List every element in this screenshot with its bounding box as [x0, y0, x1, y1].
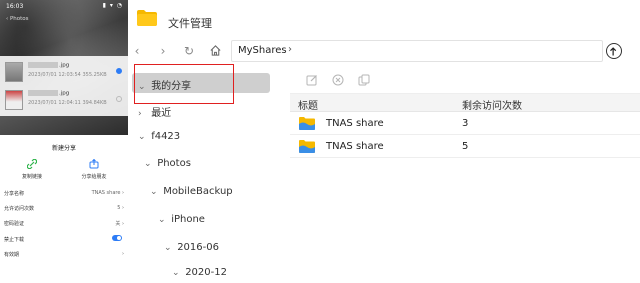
option-label: 禁止下载: [4, 237, 25, 243]
arrow-up-icon: [610, 47, 617, 56]
share-list-panel: 标题 剩余访问次数 TNAS share 3 TNAS share 5: [290, 66, 640, 270]
tree-item-label: iPhone: [171, 214, 205, 225]
option-value: ›: [122, 251, 124, 257]
chevron-down-icon: ⌄: [138, 132, 146, 142]
chevron-down-icon: ⌄: [158, 215, 166, 225]
tree-item-recent[interactable]: › 最近: [138, 100, 171, 120]
tree-item-2020-12[interactable]: ⌄ 2020-12: [172, 263, 227, 283]
file-manager-window: 文件管理 ‹ › ↻ MyShares › ⌄ 我的分享 › 最近 ⌄ f442…: [128, 0, 640, 278]
tree-item-my-shares[interactable]: ⌄ 我的分享: [132, 73, 270, 93]
sheet-title: 新建分享: [51, 145, 76, 152]
navigation-bar: ‹ › ↻ MyShares ›: [128, 40, 640, 64]
back-button[interactable]: ‹: [130, 44, 144, 58]
phone-file-list: .jpg 2023/07/01 12:03:54 355.25KB .jpg 2…: [0, 56, 128, 116]
status-time: 16:03: [6, 3, 24, 10]
file-thumbnail: [5, 62, 23, 82]
option-label: 有效期: [4, 252, 20, 258]
file-name: .jpg: [28, 62, 69, 69]
chevron-down-icon: ⌄: [144, 159, 152, 169]
tree-item-photos[interactable]: ⌄ Photos: [144, 154, 191, 174]
upload-button[interactable]: [606, 43, 622, 59]
option-access-count[interactable]: 允许访问次数 5 ›: [4, 205, 124, 217]
tree-item-label: f4423: [151, 131, 181, 142]
tree-item-label: 我的分享: [151, 81, 192, 92]
phone-screenshot: 16:03 ▮ ▾ ◔ ‹ Photos .jpg 2023/07/01 12:…: [0, 0, 128, 270]
share-to-friend-label: 分享给朋友: [81, 174, 107, 180]
chevron-down-icon: ⌄: [138, 82, 146, 92]
status-icons: ▮ ▾ ◔: [102, 2, 123, 9]
table-row[interactable]: TNAS share 3: [290, 113, 640, 135]
app-title: 文件管理: [168, 17, 212, 30]
no-download-toggle[interactable]: [112, 235, 122, 241]
chevron-down-icon: ⌄: [150, 187, 158, 197]
table-row[interactable]: TNAS share 5: [290, 136, 640, 158]
tree-item-mobilebackup[interactable]: ⌄ MobileBackup: [150, 182, 233, 202]
folder-tree: ⌄ 我的分享 › 最近 ⌄ f4423 ⌄ Photos ⌄ MobileBac…: [128, 66, 290, 278]
chevron-right-icon: ›: [138, 109, 142, 119]
shared-folder-icon: [299, 140, 315, 153]
share-title: TNAS share: [326, 141, 384, 152]
home-button[interactable]: [208, 44, 222, 58]
tree-item-label: 最近: [151, 108, 172, 119]
option-share-name[interactable]: 分享名称 TNAS share ›: [4, 190, 124, 202]
copy-link-label: 复制链接: [21, 174, 42, 180]
option-value: TNAS share ›: [91, 190, 124, 196]
edit-icon[interactable]: [306, 74, 318, 86]
share-sheet: 新建分享 复制链接 分享给朋友 分享名称 TNAS share › 允许访问次数…: [0, 135, 128, 270]
refresh-button[interactable]: ↻: [182, 44, 196, 58]
tree-item-iphone[interactable]: ⌄ iPhone: [158, 210, 205, 230]
file-meta: 2023/07/01 12:03:54 355.25KB: [28, 72, 107, 78]
path-separator: ›: [288, 44, 292, 55]
remaining-count: 5: [462, 141, 469, 152]
table-header: 标题 剩余访问次数: [290, 94, 640, 112]
share-to-friend-button[interactable]: 分享给朋友: [74, 159, 114, 180]
path-bar[interactable]: MyShares ›: [231, 40, 603, 62]
option-password[interactable]: 密码验证 关 ›: [4, 220, 124, 232]
column-header-title[interactable]: 标题: [298, 97, 318, 112]
list-item[interactable]: .jpg 2023/07/01 12:03:54 355.25KB: [0, 58, 128, 86]
share-icon: [89, 159, 99, 169]
forward-button[interactable]: ›: [156, 44, 170, 58]
file-checkbox[interactable]: [116, 68, 122, 74]
copy-icon[interactable]: [358, 74, 370, 86]
folder-icon: [137, 10, 157, 26]
option-no-download[interactable]: 禁止下载: [4, 235, 124, 248]
option-label: 密码验证: [4, 221, 25, 227]
tree-item-f4423[interactable]: ⌄ f4423: [138, 127, 180, 147]
option-label: 允许访问次数: [4, 206, 35, 212]
close-icon[interactable]: [332, 74, 344, 86]
share-title: TNAS share: [326, 118, 384, 129]
tree-item-2016-06[interactable]: ⌄ 2016-06: [164, 238, 219, 258]
option-label: 分享名称: [4, 191, 25, 197]
tree-item-label: Photos: [157, 158, 191, 169]
tree-item-label: MobileBackup: [163, 186, 233, 197]
remaining-count: 3: [462, 118, 469, 129]
list-item[interactable]: .jpg 2023/07/01 12:04:11 394.84KB: [0, 86, 128, 114]
column-header-remaining[interactable]: 剩余访问次数: [462, 97, 522, 112]
file-checkbox[interactable]: [116, 96, 122, 102]
file-thumbnail: [5, 90, 23, 110]
chevron-down-icon: ⌄: [164, 243, 172, 253]
home-icon: [209, 45, 221, 56]
tree-item-label: 2016-06: [177, 242, 219, 253]
option-value: 5 ›: [117, 205, 124, 211]
option-value: 关 ›: [115, 221, 124, 227]
option-expiry[interactable]: 有效期 ›: [4, 251, 124, 263]
title-bar: 文件管理: [128, 0, 640, 40]
file-meta: 2023/07/01 12:04:11 394.84KB: [28, 100, 107, 106]
link-icon: [27, 159, 37, 169]
copy-link-button[interactable]: 复制链接: [12, 159, 52, 180]
toolbar: [290, 66, 640, 94]
file-name: .jpg: [28, 90, 69, 97]
shared-folder-icon: [299, 117, 315, 130]
tree-item-label: 2020-12: [185, 267, 227, 278]
path-segment[interactable]: MyShares: [238, 45, 287, 56]
phone-breadcrumb[interactable]: ‹ Photos: [6, 16, 29, 22]
